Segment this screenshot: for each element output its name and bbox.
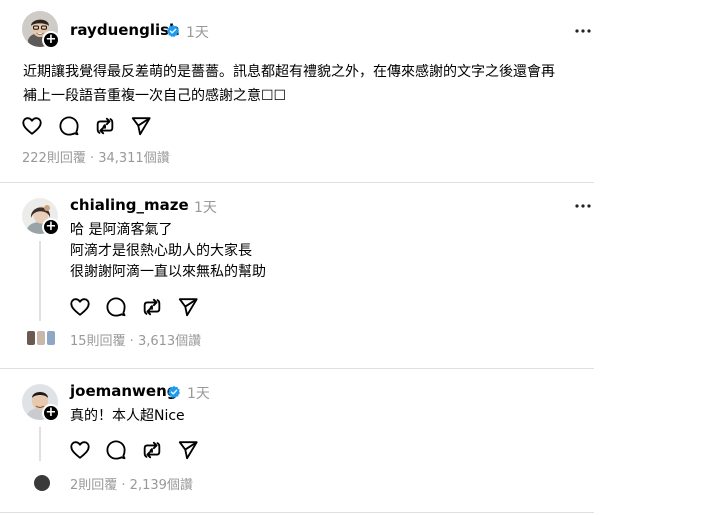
comment-icon[interactable] [105, 439, 127, 461]
reply-stats[interactable]: 2則回覆 · 2,139個讚 [70, 474, 193, 493]
replier-avatar [34, 475, 50, 491]
more-icon[interactable] [575, 29, 591, 33]
reply-time[interactable]: 1天 [194, 197, 217, 217]
heart-icon[interactable] [69, 296, 91, 318]
reply-text-line: 很謝謝阿滴一直以來無私的幫助 [70, 264, 266, 280]
heart-icon[interactable] [69, 439, 91, 461]
reply-post: + joemanweng 1天 真的！本人超Nice 2則回覆 · 2,139個… [0, 369, 716, 515]
divider [0, 512, 594, 513]
username[interactable]: joemanweng [70, 382, 178, 400]
follow-plus-icon[interactable]: + [42, 218, 60, 236]
verified-icon [166, 24, 180, 38]
reply-text-line: 真的！本人超Nice [70, 408, 185, 424]
heart-icon[interactable] [21, 115, 43, 137]
share-icon[interactable] [177, 439, 199, 461]
thread-line [39, 427, 41, 461]
username[interactable]: chialing_maze [70, 196, 189, 214]
repost-icon[interactable] [141, 296, 163, 318]
comment-icon[interactable] [58, 115, 80, 137]
post-stats[interactable]: 222則回覆 · 34,311個讚 [22, 147, 170, 166]
reply-time[interactable]: 1天 [187, 383, 210, 403]
repost-icon[interactable] [141, 439, 163, 461]
follow-plus-icon[interactable]: + [42, 404, 60, 422]
follow-plus-icon[interactable]: + [42, 31, 60, 49]
reply-stats[interactable]: 15則回覆 · 3,613個讚 [70, 330, 201, 349]
replier-avatar [37, 331, 45, 345]
more-icon[interactable] [575, 204, 591, 208]
post-text-line-1: 近期讓我覺得最反差萌的是薔薔。訊息都超有禮貌之外，在傳來感謝的文字之後還會再 [23, 64, 555, 80]
post-time[interactable]: 1天 [186, 22, 209, 42]
thread-line [39, 241, 41, 321]
username[interactable]: rayduenglish [70, 21, 180, 39]
repost-icon[interactable] [94, 115, 116, 137]
verified-icon [167, 385, 181, 399]
reply-post: + chialing_maze 1天 哈 是阿滴客氣了 阿滴才是很熱心助人的大家… [0, 183, 716, 368]
comment-icon[interactable] [105, 296, 127, 318]
share-icon[interactable] [130, 115, 152, 137]
post-text-line-2: 補上一段語音重複一次自己的感謝之意☐☐ [23, 88, 287, 104]
replier-avatar [27, 331, 35, 345]
share-icon[interactable] [177, 296, 199, 318]
replier-avatar [47, 331, 55, 345]
main-post: + rayduenglish 1天 近期讓我覺得最反差萌的是薔薔。訊息都超有禮貌… [0, 0, 716, 182]
